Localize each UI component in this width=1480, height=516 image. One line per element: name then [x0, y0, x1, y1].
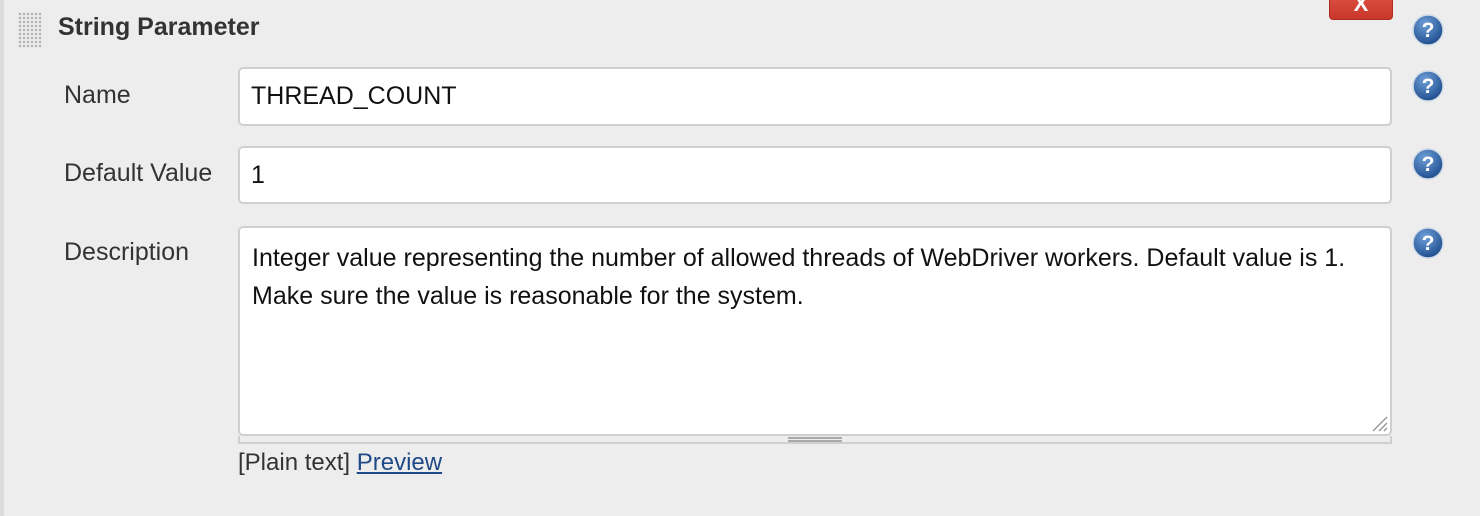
delete-button[interactable]: X	[1329, 0, 1393, 20]
default-value-label: Default Value	[64, 159, 213, 187]
svg-text:?: ?	[1422, 153, 1435, 176]
description-label: Description	[64, 238, 190, 266]
resize-grip-icon[interactable]	[1368, 412, 1388, 432]
help-icon[interactable]: ?	[1412, 14, 1444, 46]
drag-handle-icon[interactable]	[18, 12, 42, 48]
description-textarea[interactable]: Integer value representing the number of…	[238, 226, 1392, 436]
help-icon[interactable]: ?	[1412, 70, 1444, 102]
preview-link[interactable]: Preview	[357, 449, 442, 476]
svg-text:?: ?	[1422, 232, 1435, 255]
textarea-expand-handle[interactable]	[238, 436, 1392, 444]
expand-grip-icon	[788, 437, 842, 442]
section-title: String Parameter	[58, 13, 260, 41]
name-input[interactable]	[238, 67, 1392, 126]
svg-text:?: ?	[1422, 19, 1435, 42]
name-label: Name	[64, 81, 131, 109]
svg-text:?: ?	[1422, 75, 1435, 98]
delete-button-label: X	[1353, 0, 1369, 16]
default-value-input[interactable]	[238, 146, 1392, 204]
help-icon[interactable]: ?	[1412, 227, 1444, 259]
help-icon[interactable]: ?	[1412, 148, 1444, 180]
plain-text-label: [Plain text]	[238, 449, 351, 476]
panel-left-border	[0, 0, 4, 516]
markup-format-line: [Plain text] Preview	[238, 448, 442, 478]
string-parameter-panel: String Parameter X ? ? ? ? Name THREAD_C…	[0, 0, 1480, 516]
